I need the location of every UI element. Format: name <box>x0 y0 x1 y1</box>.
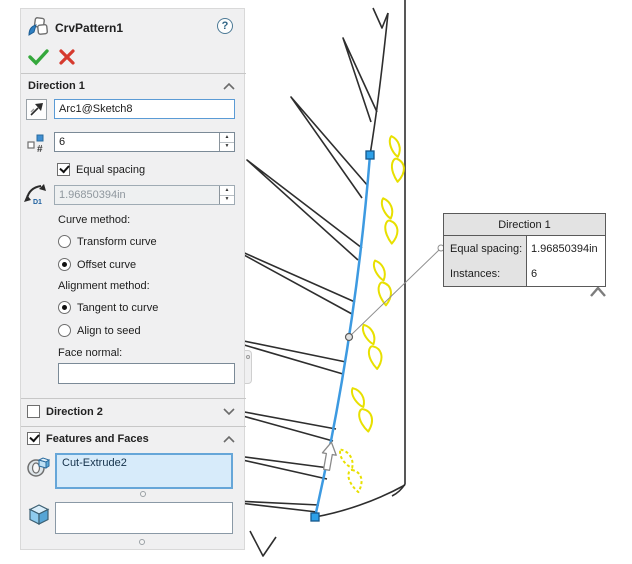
features-faces-label: Features and Faces <box>46 433 149 445</box>
alignment-method-label: Alignment method: <box>58 280 150 292</box>
spike-1 <box>343 38 377 122</box>
callout-leader <box>349 245 444 337</box>
help-button[interactable]: ? <box>217 18 233 34</box>
pattern-curve-input[interactable]: Arc1@Sketch8 <box>54 99 235 119</box>
equal-spacing-label: Equal spacing <box>76 164 145 176</box>
stepper-up-icon[interactable]: ▲ <box>220 186 234 196</box>
curve-method-label: Curve method: <box>58 214 130 226</box>
pattern-instance-preview <box>389 135 404 182</box>
spike-3 <box>247 160 362 260</box>
align-to-seed-label: Align to seed <box>77 325 141 337</box>
handle-dot-icon <box>246 355 250 359</box>
spacing-field[interactable]: 1.96850394in ▲ ▼ <box>54 185 235 205</box>
reverse-direction-button[interactable] <box>26 99 47 120</box>
offset-curve-radio-row[interactable]: Offset curve <box>58 258 136 271</box>
tangent-radio-row[interactable]: Tangent to curve <box>58 301 158 314</box>
section-header-features-faces[interactable]: Features and Faces <box>27 432 149 445</box>
pattern-instance-preview <box>373 259 393 306</box>
spacing-stepper[interactable]: ▲ ▼ <box>219 186 234 204</box>
cancel-button[interactable] <box>57 47 77 67</box>
callout-row-label: Equal spacing: <box>444 236 526 261</box>
tangent-to-curve-radio[interactable] <box>58 301 71 314</box>
align-to-seed-radio[interactable] <box>58 324 71 337</box>
solidworks-window: CrvPattern1 ? Direction 1 Arc1@Sketch8 # <box>0 0 632 564</box>
section-header-direction2[interactable]: Direction 2 <box>27 405 103 418</box>
listbox-resize-handle[interactable] <box>139 539 145 545</box>
curve-endpoint-handle-top[interactable] <box>366 151 374 159</box>
direction2-label: Direction 2 <box>46 406 103 418</box>
tangent-to-curve-label: Tangent to curve <box>77 302 158 314</box>
transform-curve-radio[interactable] <box>58 235 71 248</box>
pattern-instance-preview <box>351 385 375 433</box>
face-normal-input[interactable] <box>58 363 235 384</box>
spacing-value: 1.96850394in <box>59 189 126 201</box>
curve-pattern-feature-icon <box>26 15 50 39</box>
spacing-icon: D1 <box>23 183 49 207</box>
features-to-pattern-icon <box>25 455 51 481</box>
pattern-instance-preview <box>362 323 384 371</box>
instance-count-field[interactable]: 6 ▲ ▼ <box>54 132 235 152</box>
chevron-up-icon[interactable] <box>223 82 235 90</box>
callout-row-label: Instances: <box>444 261 526 286</box>
panel-title: CrvPattern1 <box>55 21 123 35</box>
direction2-checkbox[interactable] <box>27 405 40 418</box>
faces-to-pattern-icon <box>27 503 51 527</box>
instance-count-icon: # <box>25 131 49 155</box>
features-faces-checkbox[interactable] <box>27 432 40 445</box>
section-header-direction1[interactable]: Direction 1 <box>28 80 85 92</box>
divider <box>21 73 246 74</box>
features-list-box[interactable]: Cut-Extrude2 <box>55 453 233 489</box>
listbox-resize-handle[interactable] <box>140 491 146 497</box>
offset-curve-radio[interactable] <box>58 258 71 271</box>
callout-title: Direction 1 <box>444 214 605 236</box>
model-bottom-edge <box>315 485 405 517</box>
offset-curve-label: Offset curve <box>77 259 136 271</box>
transform-curve-radio-row[interactable]: Transform curve <box>58 235 157 248</box>
features-list-item[interactable]: Cut-Extrude2 <box>62 457 127 469</box>
panel-slide-handle[interactable] <box>245 350 252 384</box>
faces-list-box[interactable] <box>55 502 233 534</box>
property-manager-panel: CrvPattern1 ? Direction 1 Arc1@Sketch8 # <box>20 8 245 550</box>
instance-count-stepper[interactable]: ▲ ▼ <box>219 133 234 151</box>
divider <box>21 398 246 399</box>
stepper-down-icon[interactable]: ▼ <box>220 196 234 205</box>
ok-button[interactable] <box>27 47 51 67</box>
transform-curve-label: Transform curve <box>77 236 157 248</box>
equal-spacing-checkbox[interactable] <box>57 163 70 176</box>
stepper-up-icon[interactable]: ▲ <box>220 133 234 143</box>
chevron-up-icon[interactable] <box>223 435 235 443</box>
spike-top-v <box>373 8 388 28</box>
spike-bottom-left <box>250 531 276 556</box>
pattern-instance-preview <box>381 197 399 244</box>
callout-spacing-value[interactable]: 1.96850394in <box>526 236 605 261</box>
stepper-down-icon[interactable]: ▼ <box>220 143 234 152</box>
svg-text:D1: D1 <box>33 199 42 206</box>
instance-count-value: 6 <box>59 136 65 148</box>
pattern-seed-preview <box>339 446 366 493</box>
equal-spacing-checkbox-row[interactable]: Equal spacing <box>57 163 145 176</box>
svg-text:#: # <box>37 144 43 155</box>
chevron-down-icon[interactable] <box>223 408 235 416</box>
divider <box>21 426 246 427</box>
callout-instances-value[interactable]: 6 <box>526 261 605 286</box>
spike-2 <box>291 97 368 198</box>
align-seed-radio-row[interactable]: Align to seed <box>58 324 141 337</box>
collapse-chevron-icon[interactable] <box>591 288 605 296</box>
direction1-callout: Direction 1 Equal spacing: 1.96850394in … <box>443 213 606 287</box>
model-trunk-edge <box>392 0 405 496</box>
model-upper-edge <box>370 13 388 155</box>
face-normal-label: Face normal: <box>58 347 122 359</box>
curve-midpoint-handle[interactable] <box>346 334 353 341</box>
curve-endpoint-handle-bottom[interactable] <box>311 513 319 521</box>
